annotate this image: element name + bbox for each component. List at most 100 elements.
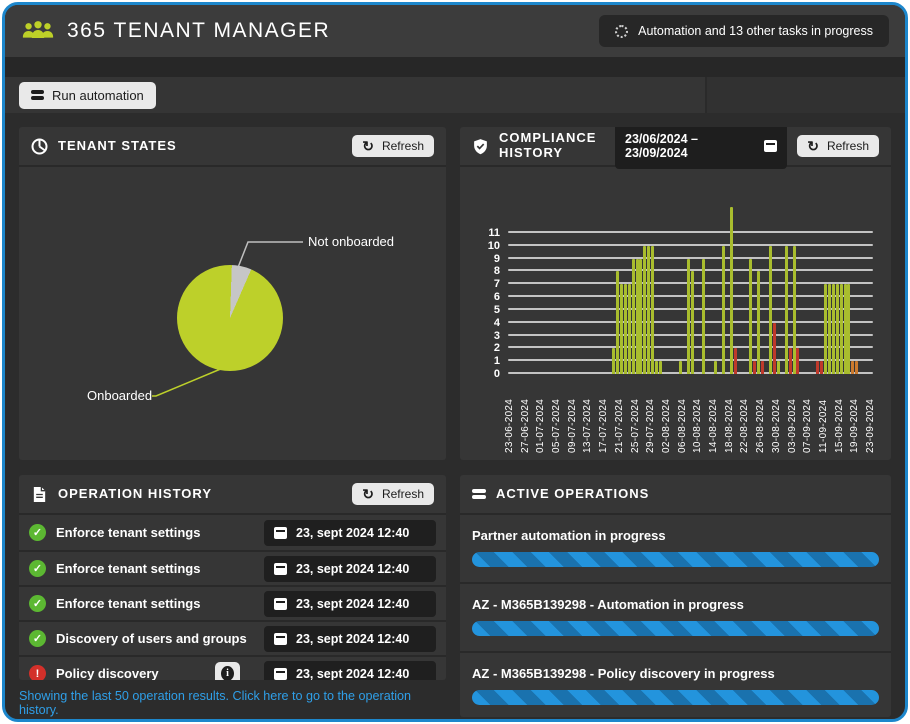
x-tick-label: 22-08-2024 [739,377,752,453]
chart-bar [855,361,858,374]
y-tick-label: 5 [472,304,500,316]
refresh-icon: ↻ [807,139,819,153]
x-tick-label: 01-07-2024 [535,377,548,453]
compliance-refresh-button[interactable]: ↻ Refresh [797,135,879,157]
tenant-states-chart: Not onboarded Onboarded [19,167,446,460]
y-tick-label: 3 [472,330,500,342]
chart-bar [687,259,690,374]
gridline [508,244,873,246]
x-tick-label: 23-06-2024 [504,377,517,453]
chart-bar [836,284,839,374]
y-tick-label: 7 [472,278,500,290]
operation-history-refresh-button[interactable]: ↻ Refresh [352,483,434,505]
chart-bar [789,348,792,374]
calendar-icon [274,563,287,575]
active-operation-item: AZ - M365B139298 - Policy discovery in p… [460,651,891,717]
pie-label-not-onboarded: Not onboarded [308,234,394,249]
calendar-icon [274,598,287,610]
chart-bar [816,361,819,374]
chart-bar [624,284,627,374]
chart-bar [691,271,694,374]
x-tick-label: 13-07-2024 [582,377,595,453]
operation-date: 23, sept 2024 12:40 [264,626,436,652]
chart-bar [643,246,646,374]
operation-date-text: 23, sept 2024 12:40 [296,667,409,681]
operation-history-link[interactable]: Showing the last 50 operation results. C… [19,689,446,717]
compliance-chart: 01234567891011 23-06-202427-06-202401-07… [460,167,891,460]
operation-date: 23, sept 2024 12:40 [264,591,436,617]
chart-bar [757,271,760,374]
app-header: 365 TENANT MANAGER Automation and 13 oth… [5,5,905,57]
tasks-in-progress-button[interactable]: Automation and 13 other tasks in progres… [599,15,889,47]
date-range-value: 23/06/2024 – 23/09/2024 [625,132,754,160]
y-tick-label: 6 [472,291,500,303]
toolbar: Run automation [5,77,905,113]
y-tick-label: 1 [472,355,500,367]
chart-bar [734,348,737,374]
calendar-icon [764,140,777,152]
automation-icon [31,90,44,100]
active-operations-list: Partner automation in progress AZ - M365B… [460,515,891,717]
chart-bar [612,348,615,374]
compliance-history-title: COMPLIANCE HISTORY [499,131,595,161]
chart-bar [702,259,705,374]
run-automation-button[interactable]: Run automation [19,82,156,109]
pie-chart-icon [31,138,48,155]
y-tick-label: 9 [472,253,500,265]
active-operations-panel: ACTIVE OPERATIONS Partner automation in … [460,475,891,717]
chart-bar [659,361,662,374]
chart-bar [832,284,835,374]
info-button[interactable]: i [215,662,240,680]
active-operation-label: AZ - M365B139298 - Policy discovery in p… [472,666,879,681]
active-operations-title: ACTIVE OPERATIONS [496,487,649,502]
y-tick-label: 2 [472,342,500,354]
chart-bar [824,284,827,374]
toolbar-divider [705,77,707,113]
shield-check-icon [472,138,489,155]
chart-bar [769,246,772,374]
operation-label: Enforce tenant settings [56,596,254,611]
x-tick-label: 19-09-2024 [849,377,862,453]
success-check-icon: ✓ [29,595,46,612]
tenant-states-refresh-button[interactable]: ↻ Refresh [352,135,434,157]
success-check-icon: ✓ [29,560,46,577]
active-operation-label: Partner automation in progress [472,528,879,543]
left-bottom-cell: OPERATION HISTORY ↻ Refresh ✓ Enforce ten… [19,475,446,717]
x-tick-label: 10-08-2024 [692,377,705,453]
operation-history-header: OPERATION HISTORY ↻ Refresh [19,475,446,515]
operation-history-list: ✓ Enforce tenant settings 23, sept 2024 12… [19,515,446,680]
chart-bar [777,361,780,374]
gridline [508,257,873,259]
chart-bar [655,361,658,374]
chart-bar [753,361,756,374]
x-tick-label: 11-09-2024 [818,377,831,453]
operation-row: ✓Discovery of users and groups23, sept 2… [19,620,446,655]
active-operations-header: ACTIVE OPERATIONS [460,475,891,515]
chart-bar [636,259,639,374]
x-tick-label: 15-09-2024 [834,377,847,453]
active-operation-item: AZ - M365B139298 - Automation in progres… [460,582,891,651]
calendar-icon [274,633,287,645]
pie-label-onboarded: Onboarded [87,388,152,403]
people-group-icon [21,19,55,43]
x-tick-label: 29-07-2024 [645,377,658,453]
tenant-states-title: TENANT STATES [58,139,177,154]
operation-date-text: 23, sept 2024 12:40 [296,597,409,611]
operation-label: Policy discovery [56,666,205,680]
app-window: 365 TENANT MANAGER Automation and 13 oth… [2,2,908,722]
compliance-plot: 01234567891011 [508,201,873,374]
date-range-input[interactable]: 23/06/2024 – 23/09/2024 [615,127,787,169]
tasks-status-text: Automation and 13 other tasks in progres… [638,24,873,38]
chart-bar [679,361,682,374]
chart-bar [820,361,823,374]
main-content: TENANT STATES ↻ Refresh Not onboarded On… [5,113,905,717]
chart-bar [730,207,733,374]
x-tick-label: 09-07-2024 [567,377,580,453]
y-tick-label: 10 [472,240,500,252]
operation-history-title: OPERATION HISTORY [58,487,212,502]
operations-list-icon [472,489,486,499]
calendar-icon [274,668,287,680]
chart-bar [651,246,654,374]
toolbar-right-section [707,77,905,113]
progress-bar [472,552,879,567]
